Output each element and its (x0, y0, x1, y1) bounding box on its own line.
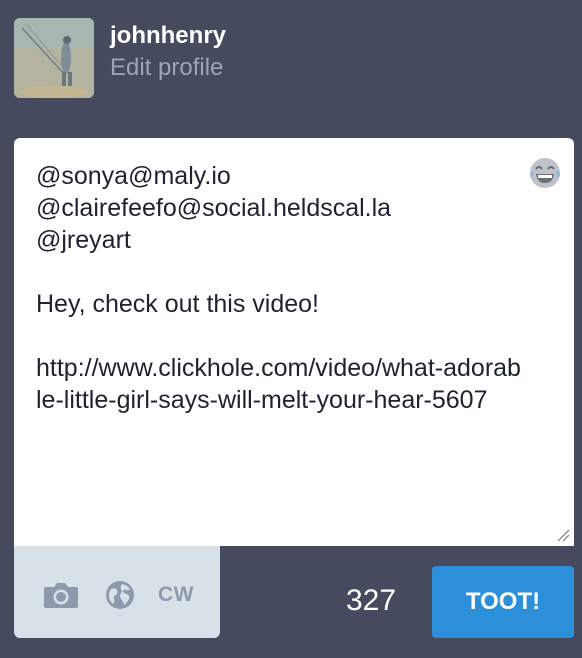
laughing-emoji-icon (530, 158, 560, 188)
compose-textarea[interactable]: @sonya@maly.io @clairefeefo@social.helds… (36, 160, 522, 416)
upload-media-button[interactable] (42, 580, 80, 610)
resize-grip-icon (557, 529, 570, 542)
camera-icon (44, 583, 78, 608)
username: johnhenry (110, 22, 227, 49)
avatar-photo-icon (14, 18, 94, 98)
profile-text: johnhenry Edit profile (110, 20, 226, 84)
edit-profile-link[interactable]: Edit profile (110, 52, 226, 84)
character-counter: 327 (346, 584, 397, 617)
compose-toolbar: CW (14, 546, 220, 638)
toot-button[interactable]: TOOT! (432, 566, 574, 638)
compose-box[interactable]: @sonya@maly.io @clairefeefo@social.helds… (14, 138, 574, 546)
resize-handle[interactable] (556, 528, 570, 542)
emoji-picker-button[interactable] (528, 156, 562, 190)
globe-icon (106, 581, 134, 609)
profile-header: johnhenry Edit profile (14, 18, 226, 98)
content-warning-button[interactable]: CW (156, 580, 196, 610)
privacy-button[interactable] (104, 580, 136, 610)
avatar[interactable] (14, 18, 94, 98)
